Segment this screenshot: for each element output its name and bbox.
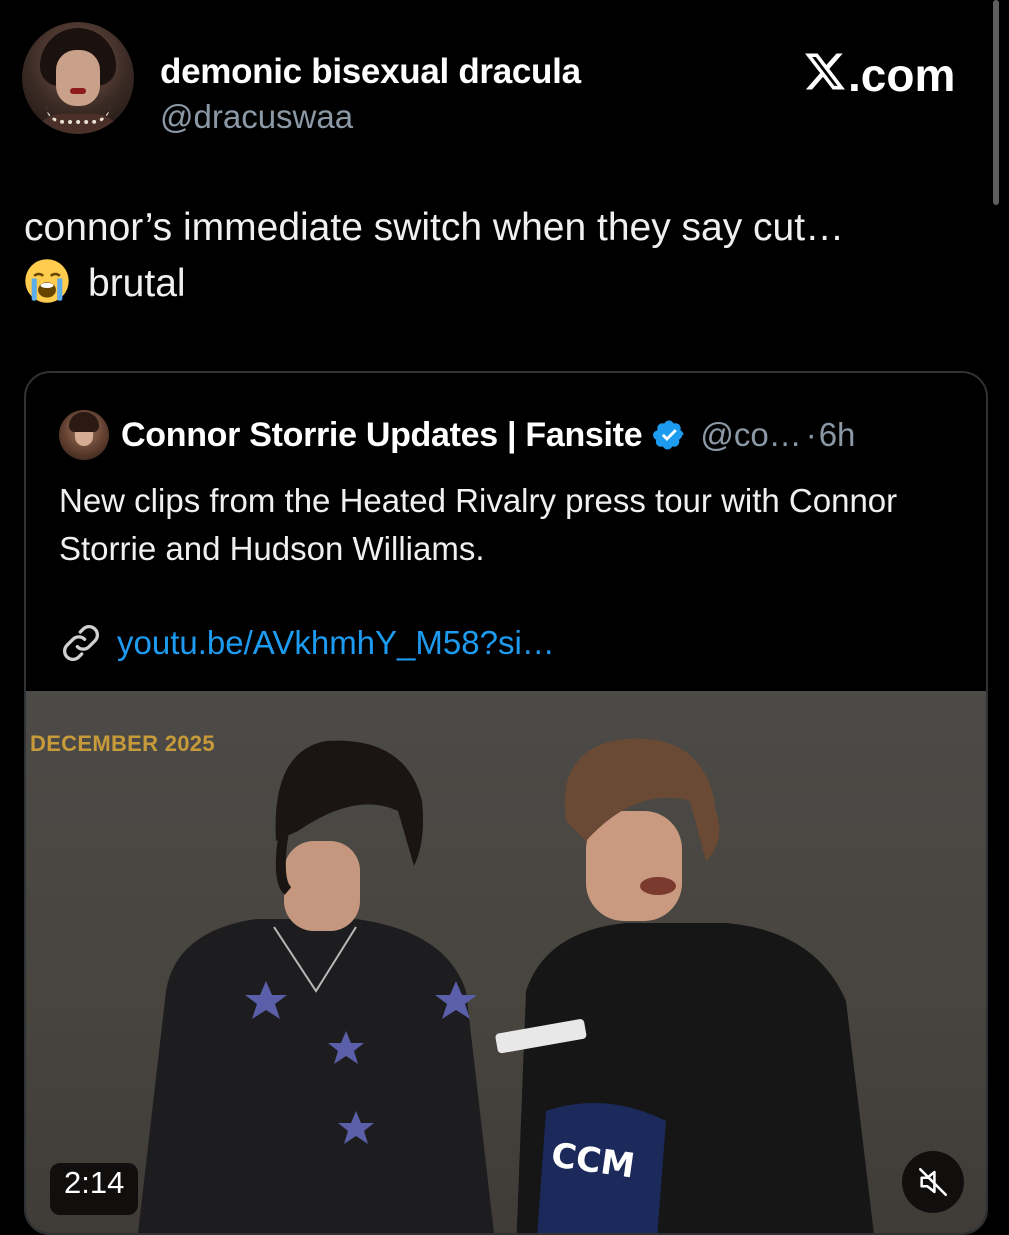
x-brand: .com — [804, 48, 955, 102]
muted-speaker-icon — [918, 1167, 948, 1197]
post-text-line-1: connor’s immediate switch when they say … — [24, 206, 845, 249]
x-logo-icon — [805, 53, 845, 90]
quoted-author-name[interactable]: Connor Storrie Updates | Fansite — [121, 416, 643, 455]
header-separator: · — [805, 416, 817, 453]
brand-domain: .com — [848, 49, 956, 101]
video-frame-image: CCM — [138, 738, 874, 1233]
quoted-author-avatar[interactable] — [59, 410, 109, 460]
quoted-post-card[interactable]: Connor Storrie Updates | Fansite @co… · … — [24, 371, 988, 1235]
quoted-post-time[interactable]: 6h — [819, 416, 856, 454]
quoted-post-header: Connor Storrie Updates | Fansite @co… · … — [59, 407, 855, 463]
link-icon — [63, 625, 99, 661]
post-text-brutal: brutal — [88, 262, 186, 305]
quoted-post-text: New clips from the Heated Rivalry press … — [59, 482, 898, 567]
loudly-crying-face-emoji-icon — [25, 259, 69, 303]
post-text-line-2: brutal — [24, 256, 974, 312]
author-handle[interactable]: @dracuswaa — [160, 98, 353, 136]
author-avatar[interactable] — [22, 22, 134, 134]
author-display-name[interactable]: demonic bisexual dracula — [160, 52, 581, 92]
link-url[interactable]: youtu.be/AVkhmhY_M58?si… — [117, 624, 555, 662]
video-overlay-label: DECEMBER 2025 — [30, 731, 215, 756]
video-duration-badge: 2:14 — [50, 1163, 139, 1215]
mute-toggle-button[interactable] — [902, 1151, 964, 1213]
quoted-post-link[interactable]: youtu.be/AVkhmhY_M58?si… — [59, 621, 555, 665]
quoted-author-handle[interactable]: @co… — [700, 416, 801, 454]
page-scrollbar[interactable] — [993, 0, 999, 205]
post-text: connor’s immediate switch when they say … — [24, 200, 974, 312]
video-player[interactable]: CCM DECEMBER 2025 2:14 — [26, 691, 986, 1233]
verified-badge-icon — [653, 420, 684, 450]
post-header: demonic bisexual dracula @dracuswaa .com — [22, 22, 972, 135]
